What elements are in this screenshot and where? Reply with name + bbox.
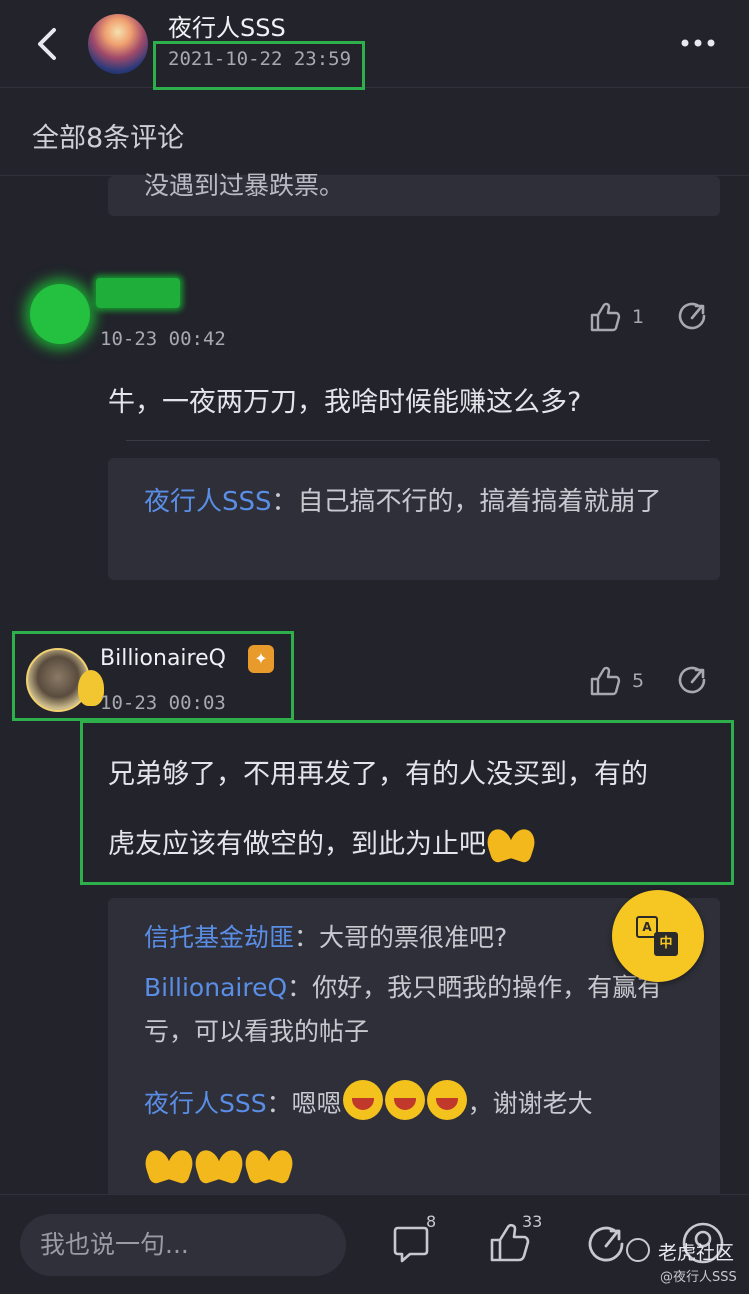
bow-hands-emoji-icon — [144, 1142, 194, 1182]
thumbs-up-icon — [590, 666, 621, 696]
author-avatar[interactable] — [88, 14, 148, 74]
like-count: 5 — [632, 670, 645, 692]
watermark-user: @夜行人SSS — [660, 1270, 737, 1285]
more-options-button[interactable] — [680, 28, 716, 64]
laugh-emoji-icon — [426, 1078, 468, 1122]
reply-username[interactable]: 夜行人SSS — [144, 487, 272, 517]
post-like-count: 33 — [522, 1212, 543, 1231]
share-button[interactable] — [674, 298, 710, 338]
back-button[interactable] — [28, 22, 68, 66]
reply-text: ：嗯嗯 — [266, 1089, 342, 1118]
reply-username[interactable]: 信托基金劫匪 — [144, 923, 294, 952]
comment-time: 10-23 00:42 — [100, 328, 226, 350]
watermark-brand-text: 老虎社区 — [658, 1242, 735, 1264]
reply-item: 信托基金劫匪：大哥的票很准吧? — [144, 916, 507, 960]
highlight-box-time — [153, 41, 365, 90]
laugh-emoji-icon — [342, 1078, 384, 1122]
comment-input[interactable]: 我也说一句... — [20, 1214, 346, 1276]
watermark-brand: 老虎社区 — [628, 1238, 734, 1265]
thumbs-up-icon — [590, 302, 621, 332]
laugh-emoji-icon — [384, 1078, 426, 1122]
translate-icon-target: 中 — [654, 932, 678, 956]
chevron-left-icon — [38, 28, 56, 60]
reply-username[interactable]: BillionaireQ — [144, 973, 287, 1002]
reply-text: 没遇到过暴跌票。 — [144, 171, 345, 196]
like-count: 1 — [632, 306, 645, 328]
author-name[interactable]: 夜行人SSS — [168, 8, 286, 43]
reply-item: BillionaireQ：你好，我只晒我的操作，有赢有亏，可以看我的帖子 — [144, 966, 704, 1054]
commenter-avatar[interactable] — [30, 284, 90, 344]
share-button[interactable] — [674, 662, 710, 702]
like-button[interactable] — [588, 664, 622, 702]
highlight-box-user — [12, 631, 294, 721]
bow-hands-emoji-icon — [244, 1142, 294, 1182]
reply-text: ，谢谢老大 — [467, 1089, 593, 1118]
translate-icon: A 中 — [636, 914, 680, 958]
highlight-box-comment — [80, 720, 734, 885]
redacted-username — [96, 278, 180, 308]
reply-username[interactable]: 夜行人SSS — [144, 1089, 267, 1118]
comment-text: 牛，一夜两万刀，我啥时候能赚这么多? — [108, 387, 582, 418]
emoji-row — [144, 1142, 294, 1188]
share-icon — [678, 302, 706, 330]
reply-text: ：大哥的票很准吧? — [294, 923, 508, 952]
reply-text: ：自己搞不行的，搞着搞着就崩了 — [271, 487, 662, 517]
share-icon — [588, 1226, 624, 1262]
bow-hands-emoji-icon — [194, 1142, 244, 1182]
share-post-button[interactable] — [584, 1222, 628, 1270]
like-button[interactable] — [588, 300, 622, 338]
translate-button[interactable]: A 中 — [612, 890, 704, 982]
reply-item: 夜行人SSS：自己搞不行的，搞着搞着就崩了 — [144, 480, 704, 524]
share-icon — [678, 666, 706, 694]
more-dots-icon — [681, 39, 715, 47]
comment-count: 8 — [426, 1212, 437, 1231]
reply-item: 夜行人SSS：嗯嗯 ，谢谢老大 — [144, 1078, 593, 1126]
comments-count-label: 全部8条评论 — [32, 123, 185, 154]
divider — [126, 440, 710, 441]
